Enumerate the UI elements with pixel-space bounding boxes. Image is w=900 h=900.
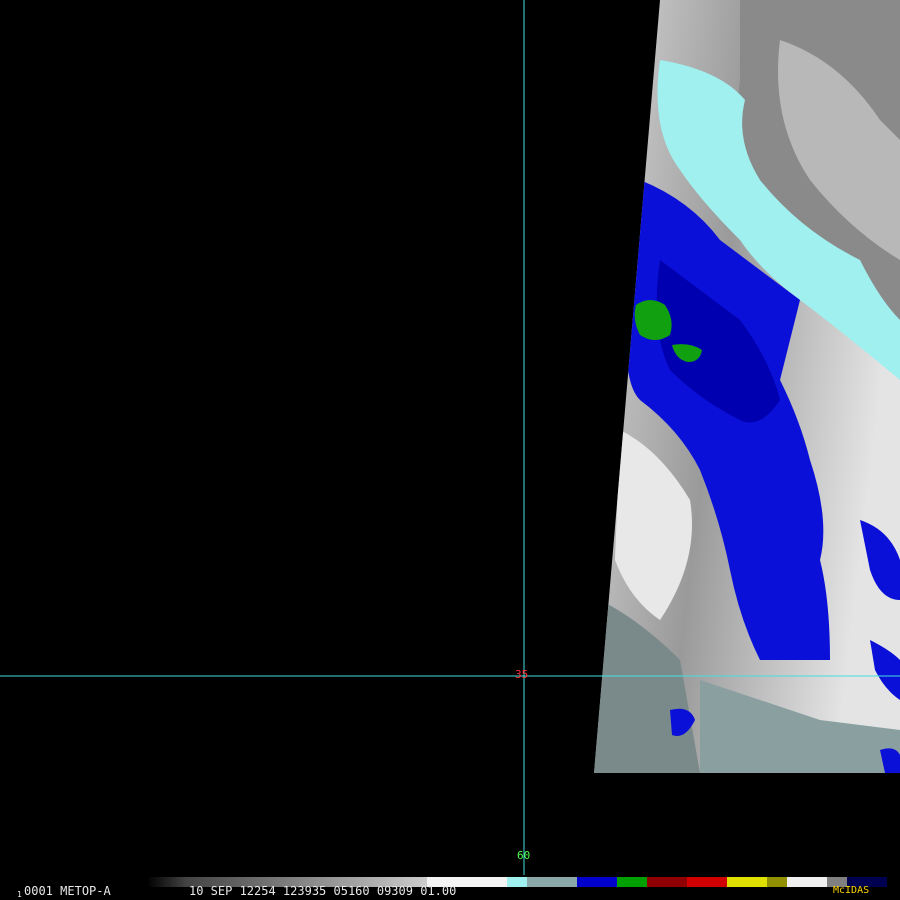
satellite-name: METOP-A: [60, 884, 111, 898]
color-scale-segment-cyan: [507, 877, 527, 887]
color-scale-segment-green: [617, 877, 647, 887]
color-scale-segment-white-2: [787, 877, 827, 887]
color-scale-segment-gray-cyan: [527, 877, 577, 887]
frame-marker: 1: [17, 890, 22, 899]
latitude-label-35: 35: [515, 668, 529, 681]
color-scale-segment-red: [687, 877, 727, 887]
color-scale-segment-blue: [577, 877, 617, 887]
mcidas-logo: McIDAS: [833, 885, 870, 896]
cloud-imagery: [594, 0, 900, 773]
frame-id: 0001 METOP-A: [24, 885, 111, 897]
satellite-swath: [0, 0, 900, 875]
frame-number: 0001: [24, 884, 53, 898]
color-scale-segment-yellow: [727, 877, 767, 887]
color-scale-segment-olive: [767, 877, 787, 887]
color-scale-segment-dark-gray: [147, 877, 187, 887]
satellite-image-viewport: 35 60: [0, 0, 900, 875]
timestamp-line: 10 SEP 12254 123935 05160 09309 01.00: [189, 884, 457, 898]
latitude-label-60: 60: [517, 849, 531, 862]
color-scale-segment-dark-red: [647, 877, 687, 887]
